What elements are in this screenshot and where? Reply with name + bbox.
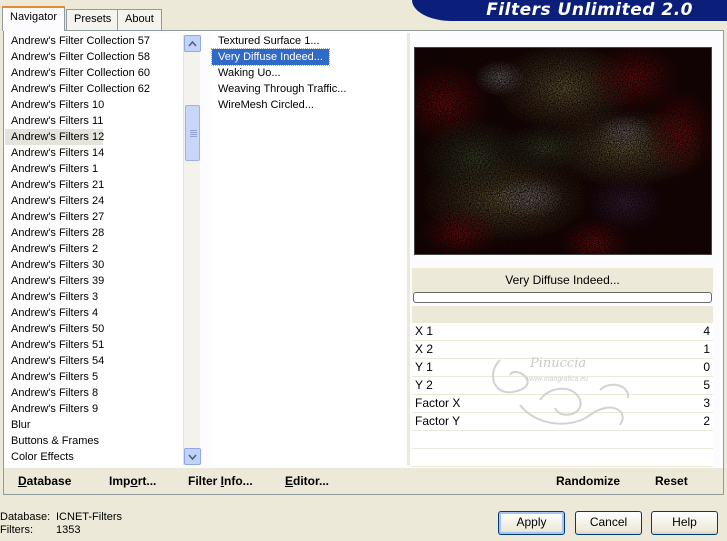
app-banner: Filters Unlimited 2.0 xyxy=(412,0,727,21)
category-item[interactable]: Andrew's Filters 8 xyxy=(5,385,103,401)
database-label: atabase xyxy=(26,474,72,488)
filter-list[interactable]: Textured Surface 1... Very Diffuse Indeed… xyxy=(211,33,406,465)
category-item[interactable]: Andrew's Filters 27 xyxy=(5,209,104,225)
category-item[interactable]: Andrew's Filters 39 xyxy=(5,273,104,289)
filter-info-pre: Filter xyxy=(188,474,221,488)
category-item[interactable]: Andrew's Filters 51 xyxy=(5,337,104,353)
parameter-name: X 2 xyxy=(415,342,434,356)
category-list[interactable]: Andrew's Filter Collection 57 Andrew's Fi… xyxy=(5,33,181,465)
category-item[interactable]: Andrew's Filters 54 xyxy=(5,353,104,369)
category-item[interactable]: Andrew's Filter Collection 60 xyxy=(5,65,150,81)
filter-item[interactable]: Weaving Through Traffic... xyxy=(212,81,406,97)
import-button[interactable]: Import... xyxy=(109,474,156,488)
filters-count-label: Filters: xyxy=(0,524,33,536)
category-item[interactable]: Andrew's Filter Collection 58 xyxy=(5,49,150,65)
parameter-name: Factor X xyxy=(415,396,461,410)
category-item[interactable]: Andrew's Filters 28 xyxy=(5,225,104,241)
parameter-row xyxy=(412,449,713,467)
tab-navigator[interactable]: Navigator xyxy=(2,6,66,31)
parameter-row[interactable]: Factor X 3 xyxy=(412,395,713,413)
category-item[interactable]: Andrew's Filters 30 xyxy=(5,257,104,273)
editor-button[interactable]: Editor... xyxy=(285,474,329,488)
parameter-value[interactable]: 2 xyxy=(703,414,710,428)
database-info: Database: ICNET-Filters xyxy=(0,511,122,523)
parameter-value[interactable]: 0 xyxy=(703,360,710,374)
parameter-name: Factor Y xyxy=(415,414,461,428)
parameter-row[interactable]: Factor Y 2 xyxy=(412,413,713,431)
tab-strip: Navigator Presets About xyxy=(0,0,420,31)
category-item[interactable]: Andrew's Filters 50 xyxy=(5,321,104,337)
watermark-name: Pinuccia xyxy=(530,356,587,371)
category-item[interactable]: Andrew's Filter Collection 62 xyxy=(5,81,150,97)
import-accel: o xyxy=(130,474,138,488)
selected-filter-name: Very Diffuse Indeed... xyxy=(412,268,713,294)
category-item[interactable]: Buttons & Frames xyxy=(5,433,103,449)
database-accel: D xyxy=(18,474,27,488)
database-info-label: Database: xyxy=(0,511,51,523)
parameter-name: X 1 xyxy=(415,324,434,338)
category-item[interactable]: Andrew's Filters 14 xyxy=(5,145,104,161)
scrollbar-thumb[interactable] xyxy=(185,105,200,161)
filter-item[interactable]: Very Diffuse Indeed... xyxy=(211,48,330,66)
category-item[interactable]: Color Effects xyxy=(5,449,103,465)
chevron-up-icon[interactable] xyxy=(184,35,201,52)
parameter-value[interactable]: 4 xyxy=(703,324,710,338)
filter-item[interactable]: WireMesh Circled... xyxy=(212,97,406,113)
filter-item[interactable]: Waking Uo... xyxy=(212,65,406,81)
category-item[interactable]: Andrew's Filters 12 xyxy=(5,129,104,145)
filter-info-label: nfo... xyxy=(224,474,253,488)
reset-button[interactable]: Reset xyxy=(655,474,688,488)
filter-info-button[interactable]: Filter Info... xyxy=(188,474,253,488)
filters-count-value: 1353 xyxy=(56,524,81,536)
tab-about[interactable]: About xyxy=(117,9,162,30)
filter-preview-image xyxy=(414,47,712,255)
watermark-url: www.marigrafica.eu xyxy=(527,376,589,383)
category-item[interactable]: Andrew's Filters 2 xyxy=(5,241,103,257)
chevron-down-icon[interactable] xyxy=(184,448,201,465)
category-scrollbar[interactable] xyxy=(183,35,201,465)
progress-bar xyxy=(413,292,712,303)
cancel-button[interactable]: Cancel xyxy=(575,511,642,535)
category-item[interactable]: Andrew's Filters 11 xyxy=(5,113,103,129)
parameter-value[interactable]: 5 xyxy=(703,378,710,392)
category-item[interactable]: Andrew's Filters 5 xyxy=(5,369,103,385)
filter-item[interactable]: Textured Surface 1... xyxy=(212,33,406,49)
filters-count-info: Filters: 1353 xyxy=(0,524,80,536)
app-title: Filters Unlimited 2.0 xyxy=(486,0,693,20)
category-item[interactable]: Blur xyxy=(5,417,103,433)
editor-label: ditor... xyxy=(293,474,330,488)
category-item[interactable]: Andrew's Filters 3 xyxy=(5,289,103,305)
editor-accel: E xyxy=(285,474,294,488)
parameter-row xyxy=(412,431,713,449)
help-button[interactable]: Help xyxy=(651,511,718,535)
parameter-row[interactable]: X 1 4 xyxy=(412,323,713,341)
category-item[interactable]: Andrew's Filters 24 xyxy=(5,193,104,209)
category-item[interactable]: Andrew's Filters 9 xyxy=(5,401,103,417)
randomize-button[interactable]: Randomize xyxy=(556,474,620,488)
database-button[interactable]: Database xyxy=(18,474,71,488)
database-info-value: ICNET-Filters xyxy=(56,511,122,523)
parameter-name: Y 1 xyxy=(415,360,433,374)
tab-presets[interactable]: Presets xyxy=(66,9,120,30)
category-item[interactable]: Andrew's Filters 4 xyxy=(5,305,103,321)
category-item[interactable]: Andrew's Filters 1 xyxy=(5,161,103,177)
apply-button[interactable]: Apply xyxy=(498,511,565,535)
splitter[interactable] xyxy=(407,33,410,465)
category-item[interactable]: Andrew's Filters 10 xyxy=(5,97,104,113)
parameter-name: Y 2 xyxy=(415,378,433,392)
parameter-value[interactable]: 3 xyxy=(703,396,710,410)
category-item[interactable]: Andrew's Filters 21 xyxy=(5,177,104,193)
category-item[interactable]: Andrew's Filter Collection 57 xyxy=(5,33,150,49)
import-label: rt... xyxy=(137,474,157,488)
import-label-pre: Imp xyxy=(109,474,131,488)
parameter-value[interactable]: 1 xyxy=(703,342,710,356)
